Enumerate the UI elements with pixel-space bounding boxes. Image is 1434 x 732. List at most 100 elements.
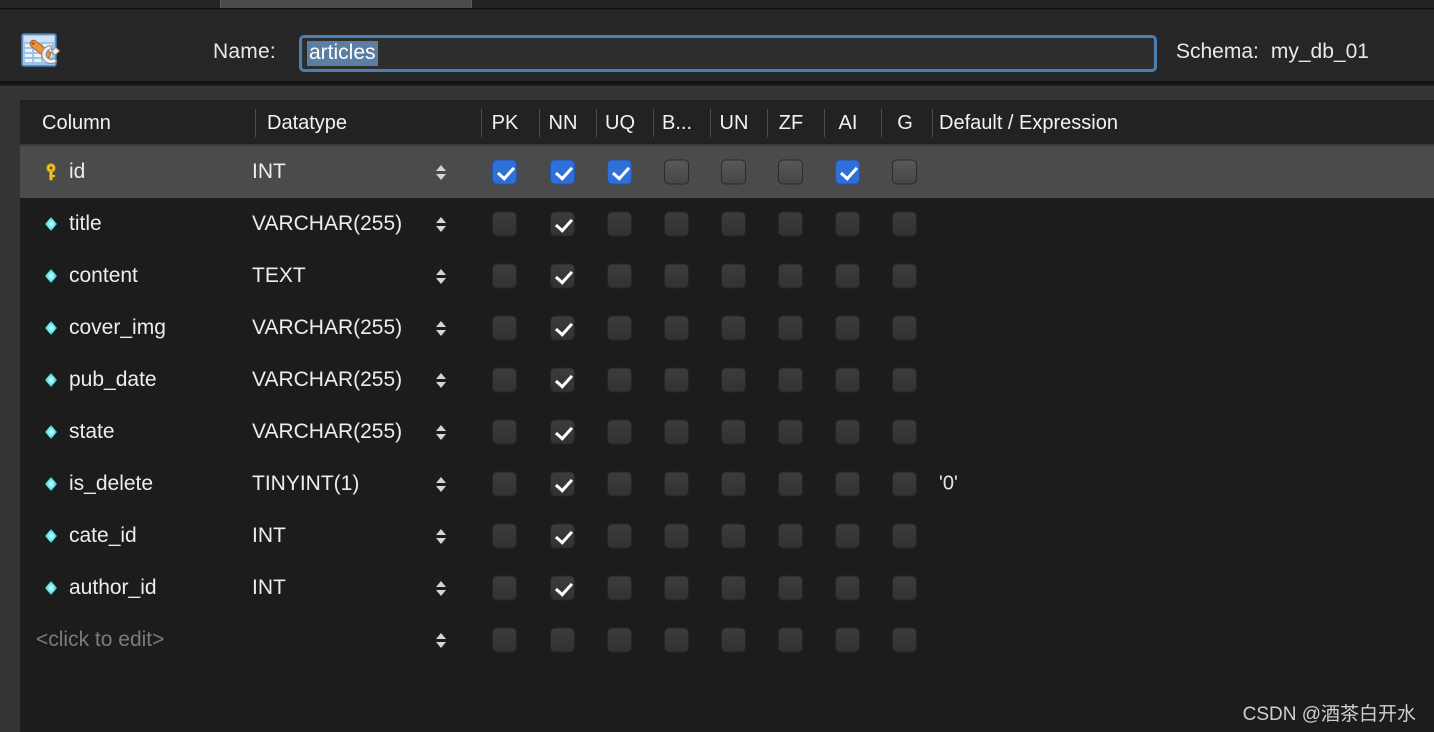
- checkbox-g[interactable]: [892, 627, 917, 653]
- checkbox-zf[interactable]: [778, 263, 803, 289]
- column-datatype-cell[interactable]: TEXT: [252, 261, 425, 291]
- table-row[interactable]: title VARCHAR(255): [20, 198, 1434, 250]
- datatype-stepper[interactable]: [434, 421, 448, 443]
- checkbox-g[interactable]: [892, 575, 917, 601]
- checkbox-zf[interactable]: [778, 315, 803, 341]
- datatype-stepper[interactable]: [434, 629, 448, 651]
- column-datatype-cell[interactable]: VARCHAR(255): [252, 313, 425, 343]
- checkbox-g[interactable]: [892, 263, 917, 289]
- checkbox-un[interactable]: [721, 419, 746, 445]
- checkbox-pk[interactable]: [492, 367, 517, 393]
- checkbox-ai[interactable]: [835, 263, 860, 289]
- checkbox-uq[interactable]: [607, 523, 632, 549]
- column-name-cell[interactable]: is_delete: [69, 472, 153, 496]
- column-separator[interactable]: [255, 109, 256, 137]
- checkbox-g[interactable]: [892, 471, 917, 497]
- column-header-uq[interactable]: UQ: [597, 100, 643, 146]
- column-datatype-cell[interactable]: [252, 625, 425, 655]
- column-name-cell[interactable]: pub_date: [69, 368, 157, 392]
- checkbox-ai[interactable]: [835, 627, 860, 653]
- table-row[interactable]: pub_date VARCHAR(255): [20, 354, 1434, 406]
- checkbox-b[interactable]: [664, 419, 689, 445]
- column-datatype-cell[interactable]: TINYINT(1): [252, 469, 425, 499]
- checkbox-b[interactable]: [664, 211, 689, 237]
- datatype-stepper[interactable]: [434, 473, 448, 495]
- checkbox-b[interactable]: [664, 159, 689, 185]
- checkbox-un[interactable]: [721, 627, 746, 653]
- table-row[interactable]: id INT: [20, 146, 1434, 198]
- table-row[interactable]: state VARCHAR(255): [20, 406, 1434, 458]
- column-header-pk[interactable]: PK: [482, 100, 528, 146]
- column-header-zf[interactable]: ZF: [768, 100, 814, 146]
- column-name-cell[interactable]: cover_img: [69, 316, 166, 340]
- column-header-ai[interactable]: AI: [825, 100, 871, 146]
- checkbox-nn[interactable]: [550, 627, 575, 653]
- checkbox-uq[interactable]: [607, 263, 632, 289]
- checkbox-b[interactable]: [664, 367, 689, 393]
- datatype-stepper[interactable]: [434, 161, 448, 183]
- checkbox-uq[interactable]: [607, 367, 632, 393]
- checkbox-nn[interactable]: [550, 263, 575, 289]
- column-header-datatype[interactable]: Datatype: [267, 100, 347, 146]
- checkbox-pk[interactable]: [492, 523, 517, 549]
- checkbox-uq[interactable]: [607, 575, 632, 601]
- datatype-stepper[interactable]: [434, 525, 448, 547]
- checkbox-zf[interactable]: [778, 211, 803, 237]
- checkbox-un[interactable]: [721, 523, 746, 549]
- checkbox-pk[interactable]: [492, 419, 517, 445]
- checkbox-zf[interactable]: [778, 159, 803, 185]
- checkbox-nn[interactable]: [550, 419, 575, 445]
- checkbox-zf[interactable]: [778, 575, 803, 601]
- column-name-cell[interactable]: id: [69, 160, 85, 184]
- checkbox-b[interactable]: [664, 575, 689, 601]
- column-header-g[interactable]: G: [882, 100, 928, 146]
- column-datatype-cell[interactable]: INT: [252, 521, 425, 551]
- checkbox-un[interactable]: [721, 263, 746, 289]
- checkbox-un[interactable]: [721, 367, 746, 393]
- table-row[interactable]: cover_img VARCHAR(255): [20, 302, 1434, 354]
- checkbox-b[interactable]: [664, 523, 689, 549]
- checkbox-pk[interactable]: [492, 315, 517, 341]
- checkbox-uq[interactable]: [607, 159, 632, 185]
- datatype-stepper[interactable]: [434, 265, 448, 287]
- column-datatype-cell[interactable]: VARCHAR(255): [252, 417, 425, 447]
- checkbox-nn[interactable]: [550, 471, 575, 497]
- checkbox-uq[interactable]: [607, 471, 632, 497]
- checkbox-b[interactable]: [664, 263, 689, 289]
- column-name-cell[interactable]: content: [69, 264, 138, 288]
- checkbox-pk[interactable]: [492, 211, 517, 237]
- checkbox-nn[interactable]: [550, 315, 575, 341]
- checkbox-zf[interactable]: [778, 627, 803, 653]
- checkbox-ai[interactable]: [835, 211, 860, 237]
- checkbox-ai[interactable]: [835, 471, 860, 497]
- column-datatype-cell[interactable]: VARCHAR(255): [252, 365, 425, 395]
- column-header-b[interactable]: B...: [654, 100, 700, 146]
- checkbox-nn[interactable]: [550, 523, 575, 549]
- checkbox-g[interactable]: [892, 419, 917, 445]
- checkbox-b[interactable]: [664, 471, 689, 497]
- table-row[interactable]: cate_id INT: [20, 510, 1434, 562]
- checkbox-ai[interactable]: [835, 523, 860, 549]
- column-name-cell[interactable]: title: [69, 212, 102, 236]
- column-datatype-cell[interactable]: INT: [252, 157, 425, 187]
- checkbox-zf[interactable]: [778, 471, 803, 497]
- column-header-default[interactable]: Default / Expression: [939, 100, 1118, 146]
- active-tab[interactable]: [220, 0, 472, 8]
- checkbox-un[interactable]: [721, 211, 746, 237]
- column-name-cell[interactable]: author_id: [69, 576, 157, 600]
- checkbox-un[interactable]: [721, 315, 746, 341]
- checkbox-ai[interactable]: [835, 575, 860, 601]
- checkbox-pk[interactable]: [492, 575, 517, 601]
- checkbox-g[interactable]: [892, 367, 917, 393]
- checkbox-uq[interactable]: [607, 419, 632, 445]
- table-row[interactable]: is_delete TINYINT(1) '0': [20, 458, 1434, 510]
- column-datatype-cell[interactable]: VARCHAR(255): [252, 209, 425, 239]
- datatype-stepper[interactable]: [434, 317, 448, 339]
- column-separator[interactable]: [932, 109, 933, 137]
- column-name-cell[interactable]: cate_id: [69, 524, 137, 548]
- checkbox-pk[interactable]: [492, 627, 517, 653]
- checkbox-pk[interactable]: [492, 159, 517, 185]
- checkbox-uq[interactable]: [607, 627, 632, 653]
- table-row[interactable]: author_id INT: [20, 562, 1434, 614]
- checkbox-nn[interactable]: [550, 159, 575, 185]
